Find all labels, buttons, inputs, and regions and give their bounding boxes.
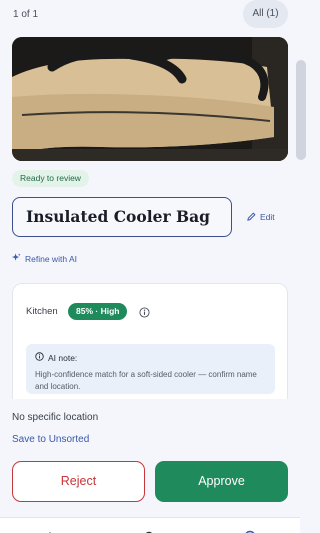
filter-all-button[interactable]: All (1): [243, 0, 288, 28]
save-to-unsorted-link[interactable]: Save to Unsorted: [12, 434, 89, 445]
suggestion-card: Kitchen 85% · High AI note: High-confide…: [12, 283, 288, 399]
confidence-badge: 85% · High: [68, 303, 128, 320]
ai-note-title: AI note:: [48, 352, 78, 363]
edit-button[interactable]: Edit: [247, 211, 275, 223]
pencil-icon: [247, 211, 256, 223]
ai-note: AI note: High-confidence match for a sof…: [26, 344, 275, 394]
approve-button[interactable]: Approve: [155, 461, 288, 502]
sparkle-icon: [12, 253, 21, 264]
next-photo-peek[interactable]: [296, 60, 306, 160]
edit-label: Edit: [260, 212, 275, 222]
home-icon[interactable]: [44, 525, 56, 533]
check-circle-icon[interactable]: [244, 525, 256, 533]
ai-note-text: High-confidence match for a soft-sided c…: [35, 370, 257, 391]
info-circle-icon: [35, 352, 44, 363]
item-name-field[interactable]: Insulated Cooler Bag: [12, 197, 232, 237]
refine-with-ai-button[interactable]: Refine with AI: [12, 253, 77, 264]
refine-label: Refine with AI: [25, 253, 77, 264]
bottom-nav: [0, 517, 300, 533]
info-icon[interactable]: [139, 305, 150, 323]
reject-button[interactable]: Reject: [12, 461, 145, 502]
top-bar: 1 of 1 All (1): [0, 0, 300, 30]
room-label: Kitchen: [26, 306, 58, 317]
item-photo[interactable]: [12, 37, 288, 161]
location-text: No specific location: [12, 412, 99, 423]
search-icon[interactable]: [143, 525, 155, 533]
item-counter: 1 of 1: [13, 9, 39, 20]
status-badge: Ready to review: [12, 170, 89, 187]
